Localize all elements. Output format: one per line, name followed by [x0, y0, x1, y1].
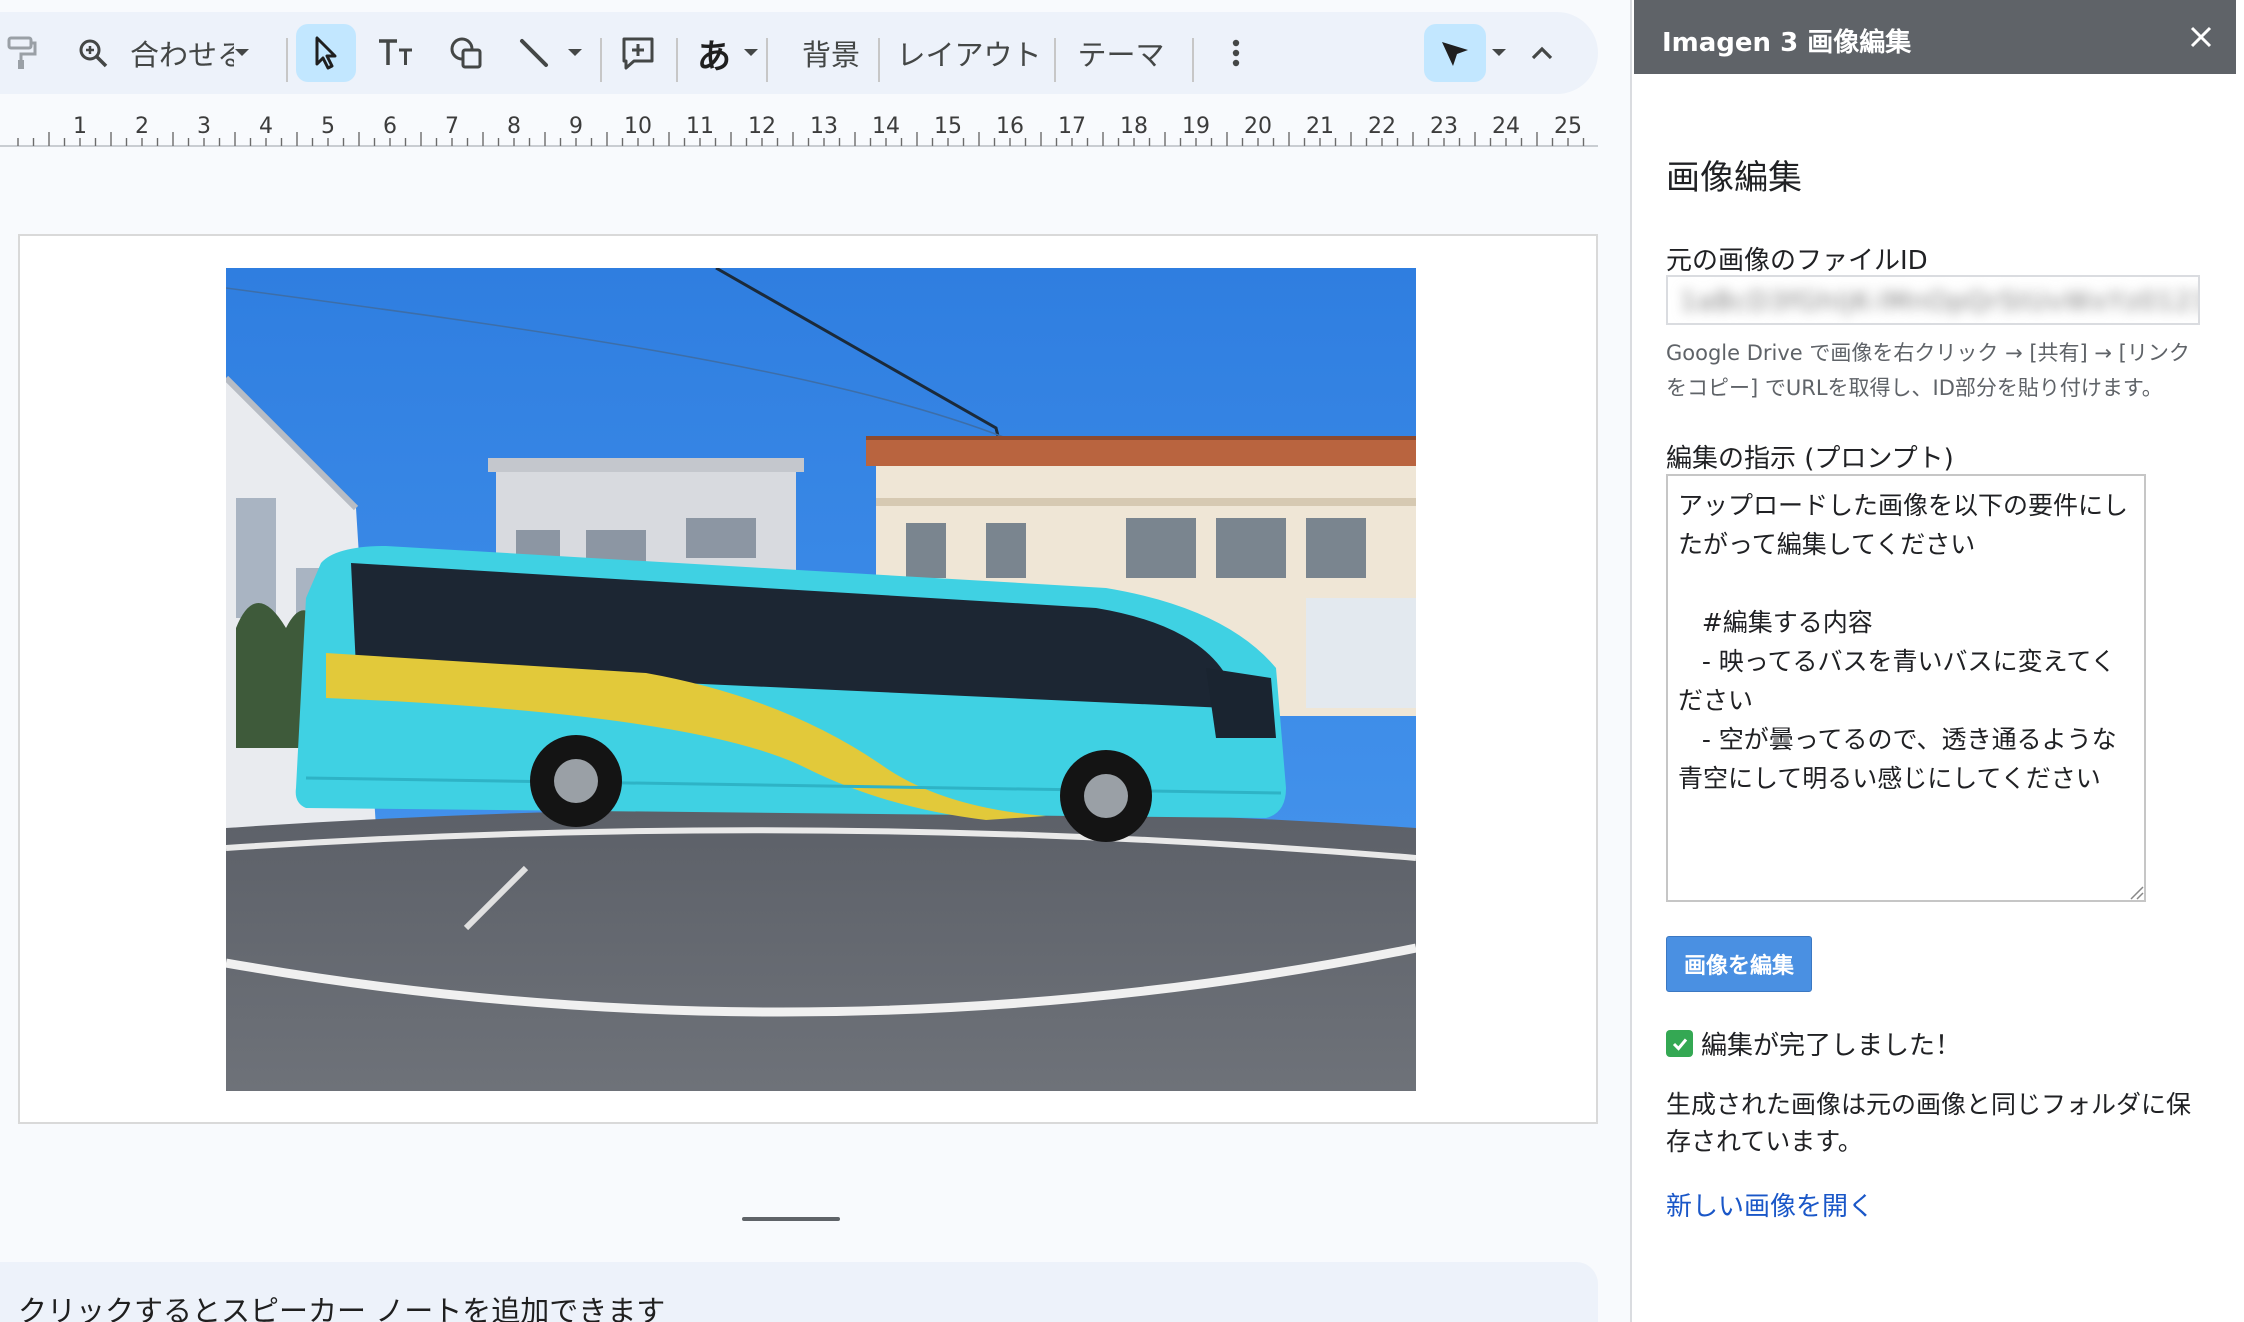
prompt-textarea[interactable]: アップロードした画像を以下の要件にしたがって編集してください #編集する内容 -… — [1666, 474, 2146, 902]
toolbar-divider — [878, 38, 880, 82]
open-new-image-link[interactable]: 新しい画像を開く — [1666, 1186, 1874, 1223]
chevron-down-icon — [235, 49, 249, 56]
file-id-value: 1aBcD3fGhIjK-lMnOpQrStUvWxYz0123 — [1680, 287, 2200, 317]
theme-button[interactable]: テーマ — [1068, 24, 1174, 82]
chevron-down-icon[interactable] — [736, 24, 766, 82]
ruler-number: 14 — [872, 114, 900, 139]
line-icon[interactable] — [506, 24, 562, 82]
layout-button[interactable]: レイアウト — [894, 24, 1044, 82]
ruler-number: 7 — [445, 114, 459, 139]
sidebar-header: Imagen 3 画像編集 — [1634, 0, 2236, 74]
result-description: 生成された画像は元の画像と同じフォルダに保存されています。 — [1666, 1090, 2192, 1156]
toolbar-divider — [286, 38, 288, 82]
select-cursor-icon[interactable] — [296, 24, 356, 82]
ruler-number: 2 — [135, 114, 149, 139]
ruler-number: 23 — [1430, 114, 1458, 139]
font-icon[interactable]: あ — [686, 24, 742, 82]
edit-image-button[interactable]: 画像を編集 — [1666, 936, 1812, 992]
zoom-label: 合わせる — [130, 38, 234, 72]
background-button[interactable]: 背景 — [786, 24, 876, 82]
file-id-help-text: Google Drive で画像を右クリック → [共有] → [リンクをコピー… — [1666, 341, 2190, 400]
more-vert-icon[interactable] — [1214, 24, 1258, 82]
ruler-number: 22 — [1368, 114, 1396, 139]
ruler-number: 25 — [1554, 114, 1582, 139]
ruler-number: 21 — [1306, 114, 1334, 139]
chevron-down-icon[interactable] — [1484, 24, 1514, 82]
ruler-number: 10 — [624, 114, 652, 139]
notes-resize-handle[interactable] — [742, 1217, 840, 1221]
check-icon — [1666, 1030, 1693, 1057]
ruler-number: 16 — [996, 114, 1024, 139]
ruler-number: 19 — [1182, 114, 1210, 139]
background-label: 背景 — [801, 38, 860, 72]
close-icon[interactable] — [2184, 20, 2218, 54]
new-slide-icon[interactable] — [608, 24, 668, 82]
file-id-label: 元の画像のファイルID — [1666, 246, 1928, 276]
file-id-field[interactable]: 1aBcD3fGhIjK-lMnOpQrStUvWxYz0123 — [1666, 275, 2200, 325]
bus-photo[interactable] — [226, 268, 1416, 1091]
addon-sidebar: Imagen 3 画像編集 画像編集 元の画像のファイルID 1aBcD3fGh… — [1630, 0, 2244, 1322]
toolbar-divider — [600, 38, 602, 82]
chevron-down-icon[interactable] — [560, 24, 590, 82]
toolbar-divider — [676, 38, 678, 82]
pointer-mode-icon[interactable] — [1424, 24, 1486, 82]
slides-editor: 合わせる あ 背景 レイアウト テーマ 1 2 3 4 5 6 7 8 9 10… — [0, 0, 1630, 1322]
ruler-number: 17 — [1058, 114, 1086, 139]
ruler-number: 8 — [507, 114, 521, 139]
zoom-icon[interactable] — [68, 24, 118, 82]
ruler-number: 13 — [810, 114, 838, 139]
toolbar: 合わせる あ 背景 レイアウト テーマ — [0, 12, 1598, 94]
resize-grip-icon[interactable] — [2128, 884, 2144, 900]
ruler-ticks — [0, 132, 1598, 147]
horizontal-ruler[interactable]: 1 2 3 4 5 6 7 8 9 10 11 12 13 14 15 16 17 18 19 20 21 22 23 24 2… — [0, 108, 1598, 150]
ruler-number: 20 — [1244, 114, 1272, 139]
shape-icon[interactable] — [438, 24, 494, 82]
speaker-notes-placeholder: クリックするとスピーカー ノートを追加できます — [18, 1294, 666, 1322]
ruler-number: 11 — [686, 114, 714, 139]
ruler-number: 12 — [748, 114, 776, 139]
status-text: 編集が完了しました！ — [1701, 1031, 1962, 1061]
layout-label: レイアウト — [896, 38, 1042, 72]
ruler-number: 5 — [321, 114, 335, 139]
zoom-dropdown[interactable]: 合わせる — [130, 24, 262, 82]
toolbar-divider — [766, 38, 768, 82]
ruler-number: 4 — [259, 114, 273, 139]
sidebar-heading: 画像編集 — [1666, 158, 1802, 198]
toolbar-divider — [1192, 38, 1194, 82]
app-root: 合わせる あ 背景 レイアウト テーマ 1 2 3 4 5 6 7 8 9 10… — [0, 0, 2244, 1322]
font-glyph: あ — [697, 36, 731, 77]
ruler-number: 24 — [1492, 114, 1520, 139]
collapse-icon[interactable] — [1520, 24, 1564, 82]
theme-label: テーマ — [1077, 38, 1165, 72]
toolbar-divider — [1054, 38, 1056, 82]
ruler-number: 15 — [934, 114, 962, 139]
text-box-icon[interactable] — [368, 24, 424, 82]
ruler-number: 18 — [1120, 114, 1148, 139]
ruler-number: 1 — [73, 114, 87, 139]
ruler-number: 6 — [383, 114, 397, 139]
speaker-notes[interactable]: クリックするとスピーカー ノートを追加できます — [0, 1262, 1598, 1322]
bus-photo-image — [226, 268, 1416, 1091]
prompt-label: 編集の指示 (プロンプト) — [1666, 444, 1954, 474]
status-message: 編集が完了しました！ — [1666, 1025, 1961, 1062]
paint-format-icon[interactable] — [2, 24, 42, 82]
ruler-number: 3 — [197, 114, 211, 139]
ruler-number: 9 — [569, 114, 583, 139]
sidebar-title: Imagen 3 画像編集 — [1662, 28, 1912, 58]
